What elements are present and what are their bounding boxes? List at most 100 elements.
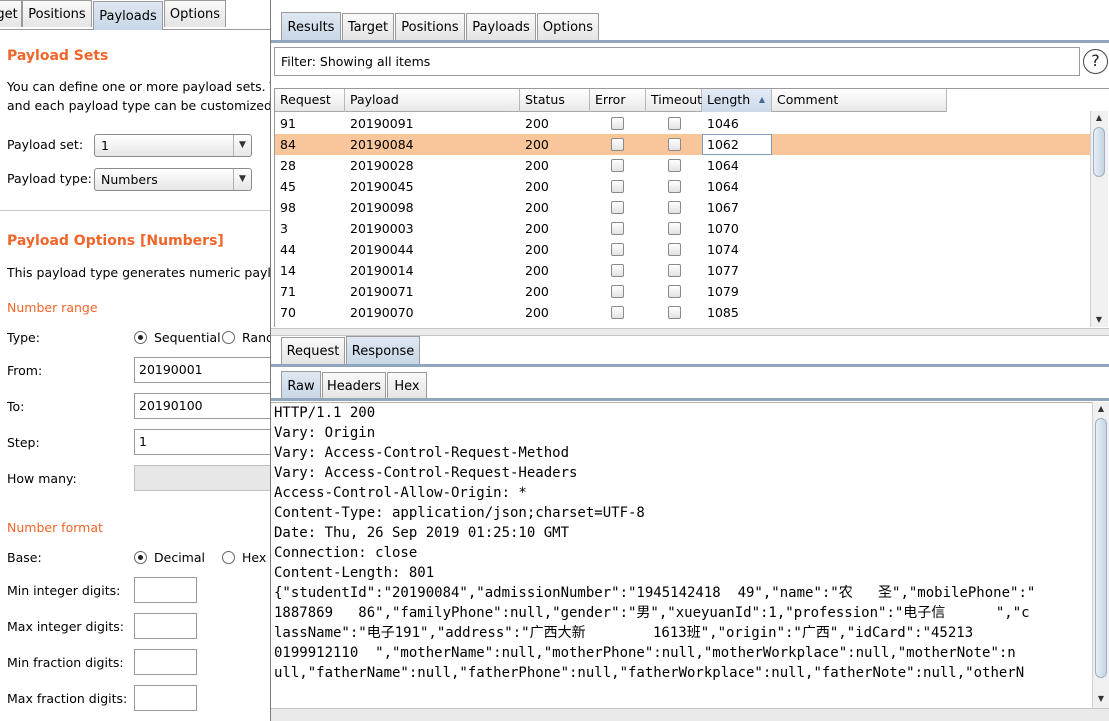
cell-request: 91 — [280, 116, 296, 131]
cell-request: 28 — [280, 158, 296, 173]
payload-set-select[interactable]: 1 ▼ — [94, 134, 252, 157]
col-status[interactable]: Status — [520, 89, 590, 112]
tab-response[interactable]: Response — [346, 336, 420, 365]
scroll-thumb[interactable] — [1095, 418, 1107, 678]
scroll-down-icon[interactable]: ▼ — [1093, 692, 1109, 706]
tab-label: get — [0, 6, 18, 22]
response-scrollbar[interactable]: ▲ ▼ — [1092, 402, 1109, 708]
timeout-checkbox — [668, 264, 681, 277]
table-row[interactable]: 91 20190091 200 1046 — [275, 113, 1091, 134]
payload-options-title: Payload Options [Numbers] — [7, 233, 224, 249]
tab-positions[interactable]: Positions — [22, 0, 92, 27]
col-payload[interactable]: Payload — [345, 89, 520, 112]
hex-label: Hex — [242, 550, 267, 565]
number-range-title: Number range — [7, 300, 98, 315]
cell-status: 200 — [525, 284, 549, 299]
cell-payload: 20190014 — [350, 263, 414, 278]
tab-payloads[interactable]: Payloads — [93, 1, 163, 30]
col-timeout[interactable]: Timeout — [646, 89, 702, 112]
response-line: Content-Length: 801 — [274, 565, 435, 581]
how-many-label: How many: — [7, 471, 77, 486]
tab-label: Options — [542, 19, 594, 35]
table-row[interactable]: 71 20190071 200 1079 — [275, 281, 1091, 302]
col-request[interactable]: Request — [275, 89, 345, 112]
table-row[interactable]: 14 20190014 200 1077 — [275, 260, 1091, 281]
tab-label: Response — [351, 343, 415, 359]
table-row[interactable]: 45 20190045 200 1064 — [275, 176, 1091, 197]
tab-request[interactable]: Request — [281, 337, 345, 364]
min-fraction-digits-input[interactable] — [134, 649, 197, 675]
scroll-down-icon[interactable]: ▼ — [1091, 313, 1107, 327]
error-checkbox — [611, 285, 624, 298]
cell-length: 1074 — [707, 242, 739, 257]
decimal-label: Decimal — [154, 550, 205, 565]
tab-underline — [271, 40, 1109, 43]
hex-radio[interactable] — [222, 551, 235, 564]
response-line: Vary: Access-Control-Request-Headers — [274, 465, 578, 481]
results-tab-bar: Results Target Positions Payloads Option… — [271, 0, 1109, 42]
decimal-radio[interactable] — [134, 551, 147, 564]
table-row[interactable]: 84 20190084 200 1062 — [275, 134, 1091, 155]
tab-hex[interactable]: Hex — [387, 372, 427, 399]
cell-status: 200 — [525, 158, 549, 173]
table-row[interactable]: 44 20190044 200 1074 — [275, 239, 1091, 260]
table-row[interactable]: 70 20190070 200 1085 — [275, 302, 1091, 323]
chevron-down-icon: ▼ — [233, 169, 251, 190]
step-label: Step: — [7, 435, 40, 450]
cell-status: 200 — [525, 242, 549, 257]
tab-positions[interactable]: Positions — [395, 13, 465, 40]
max-fraction-digits-input[interactable] — [134, 685, 197, 711]
tab-target[interactable]: Target — [342, 13, 394, 40]
split-pane-divider[interactable] — [271, 328, 1109, 336]
filter-bar[interactable]: Filter: Showing all items — [274, 47, 1080, 76]
timeout-checkbox — [668, 243, 681, 256]
table-row[interactable]: 3 20190003 200 1070 — [275, 218, 1091, 239]
error-checkbox — [611, 201, 624, 214]
table-row[interactable]: 98 20190098 200 1067 — [275, 197, 1091, 218]
tab-label: Positions — [28, 6, 86, 22]
col-length[interactable]: Length ▲ — [702, 89, 772, 112]
min-integer-digits-input[interactable] — [134, 577, 197, 603]
from-input[interactable]: 20190001 — [134, 357, 270, 383]
tab-options[interactable]: Options — [537, 13, 599, 40]
cell-payload: 20190028 — [350, 158, 414, 173]
tab-raw[interactable]: Raw — [281, 371, 321, 400]
sequential-radio[interactable] — [134, 331, 147, 344]
cell-length: 1070 — [707, 221, 739, 236]
tab-payloads[interactable]: Payloads — [466, 13, 536, 40]
scroll-thumb[interactable] — [1093, 127, 1105, 177]
error-checkbox — [611, 264, 624, 277]
tab-options[interactable]: Options — [164, 0, 226, 27]
response-body[interactable]: HTTP/1.1 200 Vary: Origin Vary: Access-Con… — [271, 402, 1092, 721]
col-comment[interactable]: Comment — [772, 89, 947, 112]
scroll-up-icon[interactable]: ▲ — [1091, 111, 1107, 125]
tab-underline — [271, 364, 1109, 367]
tab-label: Request — [286, 343, 340, 359]
tab-headers[interactable]: Headers — [322, 372, 386, 399]
to-input[interactable]: 20190100 — [134, 393, 270, 419]
cell-status: 200 — [525, 137, 549, 152]
random-radio[interactable] — [222, 331, 235, 344]
payload-options-desc: This payload type generates numeric payl… — [7, 265, 270, 280]
response-line: 1887869 86","familyPhone":null,"gender":… — [274, 605, 1030, 621]
help-icon[interactable]: ? — [1083, 49, 1108, 74]
scroll-up-icon[interactable]: ▲ — [1093, 402, 1109, 416]
tab-label: Options — [169, 6, 221, 22]
response-line: {"studentId":"20190084","admissionNumber… — [274, 585, 1036, 601]
payload-type-select[interactable]: Numbers ▼ — [94, 168, 252, 191]
cell-length: 1077 — [707, 263, 739, 278]
results-scrollbar[interactable]: ▲ ▼ — [1090, 111, 1108, 327]
tab-label: Hex — [394, 378, 420, 394]
max-integer-digits-input[interactable] — [134, 613, 197, 639]
tab-target[interactable]: get — [0, 0, 22, 27]
timeout-checkbox — [668, 180, 681, 193]
step-input[interactable]: 1 — [134, 429, 270, 455]
payload-set-label: Payload set: — [7, 137, 84, 152]
response-line: Date: Thu, 26 Sep 2019 01:25:10 GMT — [274, 525, 570, 541]
sequential-label: Sequential — [154, 330, 221, 345]
table-row[interactable]: 28 20190028 200 1064 — [275, 155, 1091, 176]
col-error[interactable]: Error — [590, 89, 646, 112]
cell-payload: 20190071 — [350, 284, 414, 299]
tab-results[interactable]: Results — [281, 12, 341, 41]
cell-status: 200 — [525, 179, 549, 194]
